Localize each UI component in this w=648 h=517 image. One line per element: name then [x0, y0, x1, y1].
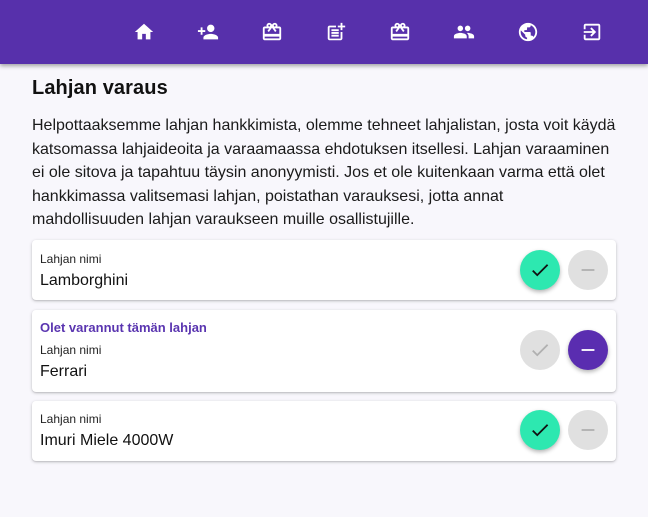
- profile-button[interactable]: [510, 14, 546, 50]
- logout-button[interactable]: [574, 14, 610, 50]
- reserved-status-text: Olet varannut tämän lahjan: [40, 320, 207, 335]
- main-content: Lahjan varaus Helpottaaksemme lahjan han…: [32, 64, 616, 232]
- post-add-icon: [327, 22, 346, 41]
- reserve-button[interactable]: [520, 330, 560, 370]
- gift-name-value: Lamborghini: [40, 272, 129, 289]
- gift-name-value: Ferrari: [40, 363, 88, 380]
- gift-card: Lahjan nimi Lamborghini: [32, 240, 616, 300]
- gift-icon: [262, 22, 282, 41]
- cancel-reservation-button[interactable]: [568, 250, 608, 290]
- minus-icon: [581, 269, 595, 271]
- gift-list-button[interactable]: [254, 14, 290, 50]
- gift-name-label: Lahjan nimi: [40, 252, 102, 266]
- logout-icon: [583, 23, 601, 41]
- face-icon: [518, 22, 538, 42]
- top-navigation-bar: [0, 0, 648, 64]
- home-icon: [134, 23, 154, 40]
- participants-button[interactable]: [446, 14, 482, 50]
- cancel-reservation-button[interactable]: [568, 330, 608, 370]
- check-icon: [532, 264, 549, 277]
- add-person-button[interactable]: [190, 14, 226, 50]
- gift-card: Lahjan nimi Imuri Miele 4000W: [32, 401, 616, 461]
- cancel-reservation-button[interactable]: [568, 410, 608, 450]
- add-post-button[interactable]: [318, 14, 354, 50]
- add-person-icon: [197, 24, 219, 40]
- minus-icon: [581, 429, 595, 431]
- gift-card-reserved: Olet varannut tämän lahjan Lahjan nimi F…: [32, 310, 616, 392]
- check-icon: [532, 424, 549, 437]
- reserve-button[interactable]: [520, 410, 560, 450]
- gift-reserved-icon: [390, 22, 410, 41]
- reserve-button[interactable]: [520, 250, 560, 290]
- home-button[interactable]: [126, 14, 162, 50]
- page-title: Lahjan varaus: [32, 77, 168, 99]
- reserved-gifts-button[interactable]: [382, 14, 418, 50]
- gift-name-label: Lahjan nimi: [40, 343, 102, 357]
- intro-text: Helpottaaksemme lahjan hankkimista, olem…: [32, 117, 616, 228]
- check-icon: [532, 344, 549, 357]
- minus-icon: [581, 349, 595, 351]
- gift-name-value: Imuri Miele 4000W: [40, 432, 174, 449]
- group-icon: [453, 25, 475, 39]
- gift-name-label: Lahjan nimi: [40, 412, 102, 426]
